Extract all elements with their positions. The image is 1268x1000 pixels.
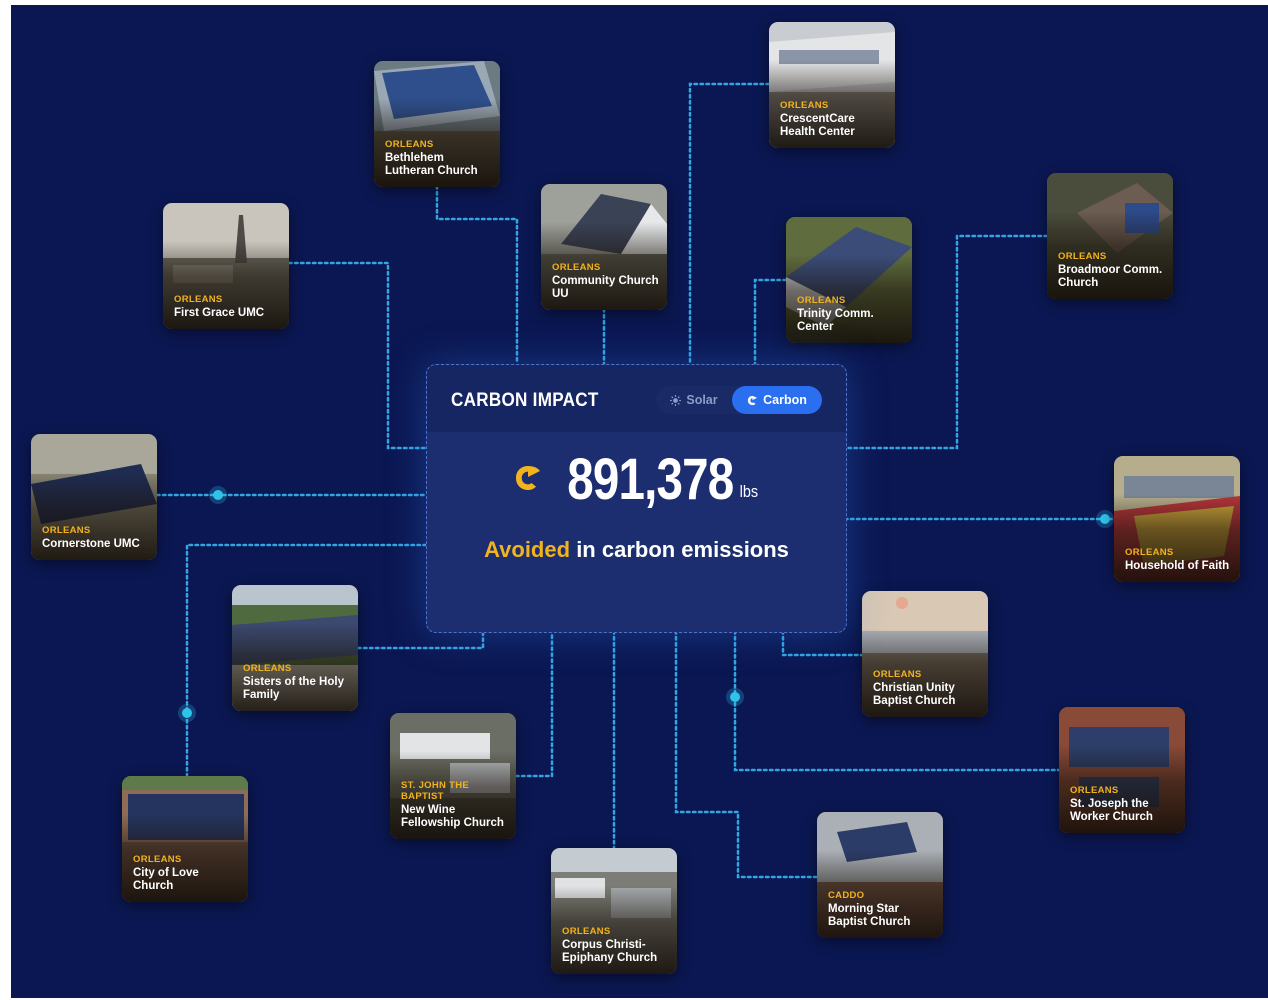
stat-unit: lbs bbox=[739, 482, 759, 501]
site-card[interactable]: ORLEANS First Grace UMC bbox=[163, 203, 289, 329]
carbon-toggle-label: Carbon bbox=[763, 393, 807, 407]
carbon-avoided-value: 891,378 bbox=[567, 447, 735, 512]
site-name: Community Church UU bbox=[552, 275, 659, 300]
site-parish: CADDO bbox=[828, 890, 865, 901]
site-parish: ORLEANS bbox=[385, 139, 434, 150]
site-name: CrescentCare Health Center bbox=[780, 113, 855, 138]
site-name: Morning Star Baptist Church bbox=[828, 903, 911, 928]
site-name: Broadmoor Comm. Church bbox=[1058, 264, 1163, 289]
site-name: Cornerstone UMC bbox=[42, 537, 140, 550]
site-card[interactable]: ORLEANS St. Joseph the Worker Church bbox=[1059, 707, 1185, 833]
caption-highlight: Avoided bbox=[484, 537, 571, 562]
site-name: Corpus Christi-Epiphany Church bbox=[562, 939, 658, 964]
site-card[interactable]: ORLEANS Christian Unity Baptist Church bbox=[862, 591, 988, 717]
site-parish: ORLEANS bbox=[1058, 251, 1107, 262]
carbon-icon bbox=[748, 395, 758, 406]
site-parish: ORLEANS bbox=[42, 524, 91, 536]
carbon-leaf-icon bbox=[516, 466, 541, 490]
site-parish: ORLEANS bbox=[797, 295, 846, 306]
stat-row: 891,378 lbs bbox=[427, 449, 846, 511]
site-parish: ORLEANS bbox=[1125, 546, 1174, 558]
stat-caption: Avoided in carbon emissions bbox=[467, 531, 806, 568]
site-parish: ORLEANS bbox=[873, 669, 922, 680]
site-parish: ORLEANS bbox=[1070, 785, 1119, 796]
site-card[interactable]: CADDO Morning Star Baptist Church bbox=[817, 812, 943, 938]
site-card[interactable]: ORLEANS Trinity Comm. Center bbox=[786, 217, 912, 343]
site-card[interactable]: ORLEANS Community Church UU bbox=[541, 184, 667, 310]
sun-icon bbox=[670, 395, 682, 406]
site-name: Christian Unity Baptist Church bbox=[873, 682, 956, 707]
site-name: St. Joseph the Worker Church bbox=[1070, 798, 1153, 823]
site-card[interactable]: ST. JOHN THE BAPTIST New Wine Fellowship … bbox=[390, 713, 516, 839]
site-card[interactable]: ORLEANS Household of Faith bbox=[1114, 456, 1240, 582]
site-name: First Grace UMC bbox=[174, 306, 265, 319]
site-name: Bethlehem Lutheran Church bbox=[385, 152, 478, 177]
site-parish: ORLEANS bbox=[780, 100, 829, 111]
solar-toggle-button[interactable]: Solar bbox=[656, 386, 732, 414]
site-parish: ORLEANS bbox=[552, 262, 601, 273]
site-parish: ST. JOHN THE BAPTIST bbox=[401, 780, 469, 802]
site-name: New Wine Fellowship Church bbox=[401, 804, 504, 829]
site-name: Household of Faith bbox=[1125, 559, 1230, 572]
site-parish: ORLEANS bbox=[562, 926, 611, 937]
site-card[interactable]: ORLEANS City of Love Church bbox=[122, 776, 248, 902]
site-card[interactable]: ORLEANS CrescentCare Health Center bbox=[769, 22, 895, 148]
metric-toggle: Solar Carbon bbox=[656, 386, 822, 414]
site-card[interactable]: ORLEANS Bethlehem Lutheran Church bbox=[374, 61, 500, 187]
solar-toggle-label: Solar bbox=[686, 393, 718, 407]
carbon-toggle-button[interactable]: Carbon bbox=[732, 386, 822, 414]
site-name: City of Love Church bbox=[133, 867, 199, 892]
panel-header: CARBON IMPACT Solar Carbon bbox=[427, 365, 846, 432]
carbon-impact-panel: CARBON IMPACT Solar Carbon 891,378 lbs Av… bbox=[426, 364, 847, 633]
site-parish: ORLEANS bbox=[243, 663, 292, 674]
panel-title: CARBON IMPACT bbox=[451, 390, 599, 411]
site-card[interactable]: ORLEANS Corpus Christi-Epiphany Church bbox=[551, 848, 677, 974]
site-parish: ORLEANS bbox=[133, 854, 182, 865]
site-card[interactable]: ORLEANS Sisters of the Holy Family bbox=[232, 585, 358, 711]
site-name: Trinity Comm. Center bbox=[797, 308, 874, 333]
site-name: Sisters of the Holy Family bbox=[243, 676, 344, 701]
site-parish: ORLEANS bbox=[174, 293, 223, 305]
caption-text: in carbon emissions bbox=[576, 537, 789, 562]
site-card[interactable]: ORLEANS Cornerstone UMC bbox=[31, 434, 157, 560]
site-card[interactable]: ORLEANS Broadmoor Comm. Church bbox=[1047, 173, 1173, 299]
